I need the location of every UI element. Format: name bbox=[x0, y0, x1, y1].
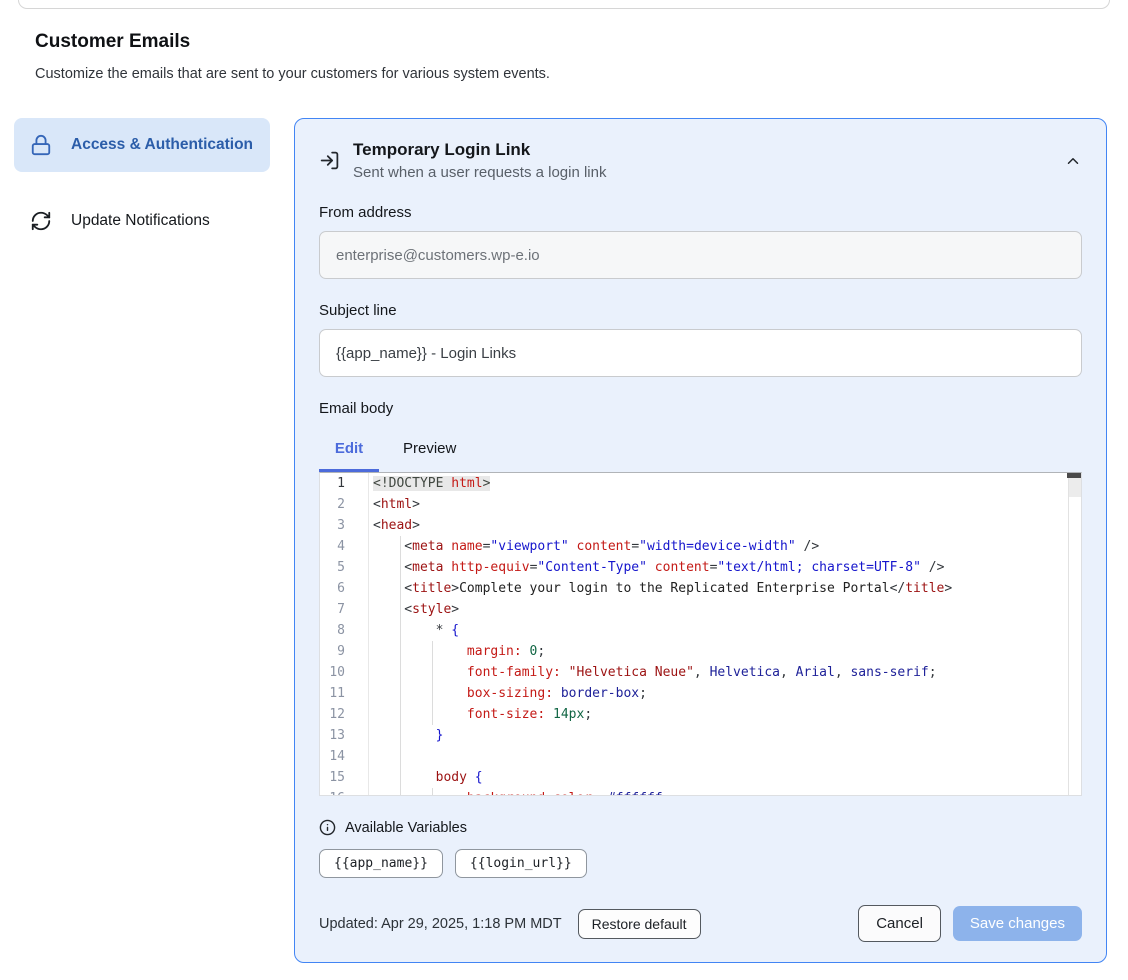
code-line[interactable]: 8 * { bbox=[320, 620, 1081, 641]
line-number: 6 bbox=[320, 578, 369, 599]
updated-timestamp: Updated: Apr 29, 2025, 1:18 PM MDT bbox=[319, 916, 562, 932]
page-subtitle: Customize the emails that are sent to yo… bbox=[35, 66, 1128, 82]
line-number: 7 bbox=[320, 599, 369, 620]
code-line[interactable]: 6 <title>Complete your login to the Repl… bbox=[320, 578, 1081, 599]
code-line[interactable]: 2<html> bbox=[320, 494, 1081, 515]
code-line[interactable]: 13 } bbox=[320, 725, 1081, 746]
subject-line-field[interactable] bbox=[319, 329, 1082, 377]
sidebar-item-update-notifications[interactable]: Update Notifications bbox=[14, 194, 270, 248]
card-header: Temporary Login Link Sent when a user re… bbox=[319, 140, 1082, 181]
line-number: 14 bbox=[320, 746, 369, 767]
line-number: 2 bbox=[320, 494, 369, 515]
code-line[interactable]: 9 margin: 0; bbox=[320, 641, 1081, 662]
line-number: 12 bbox=[320, 704, 369, 725]
line-number: 9 bbox=[320, 641, 369, 662]
line-number: 8 bbox=[320, 620, 369, 641]
restore-default-button[interactable]: Restore default bbox=[578, 909, 701, 939]
code-line[interactable]: 5 <meta http-equiv="Content-Type" conten… bbox=[320, 557, 1081, 578]
line-number: 5 bbox=[320, 557, 369, 578]
code-editor-lines: 1<!DOCTYPE html>2<html>3<head>4 <meta na… bbox=[320, 473, 1081, 796]
code-line[interactable]: 10 font-family: "Helvetica Neue", Helvet… bbox=[320, 662, 1081, 683]
line-number: 16 bbox=[320, 788, 369, 796]
editor-tabs: Edit Preview bbox=[319, 427, 1082, 469]
tab-preview[interactable]: Preview bbox=[379, 427, 480, 469]
tab-edit[interactable]: Edit bbox=[319, 427, 379, 469]
line-number: 13 bbox=[320, 725, 369, 746]
from-address-label: From address bbox=[319, 204, 1082, 221]
sidebar-item-label: Update Notifications bbox=[71, 209, 210, 233]
variable-chip-login-url[interactable]: {{login_url}} bbox=[455, 849, 587, 878]
chevron-up-icon[interactable] bbox=[1064, 152, 1082, 170]
line-number: 11 bbox=[320, 683, 369, 704]
sidebar-item-access-authentication[interactable]: Access & Authentication bbox=[14, 118, 270, 172]
previous-section-edge bbox=[18, 0, 1110, 9]
code-line[interactable]: 14 bbox=[320, 746, 1081, 767]
available-variables-header: Available Variables bbox=[319, 819, 1082, 836]
lock-icon bbox=[30, 134, 52, 156]
cancel-button[interactable]: Cancel bbox=[858, 905, 941, 942]
sidebar: Access & Authentication Update Notificat… bbox=[14, 118, 270, 248]
code-line[interactable]: 7 <style> bbox=[320, 599, 1081, 620]
sidebar-item-label: Access & Authentication bbox=[71, 133, 253, 157]
refresh-icon bbox=[30, 210, 52, 232]
code-editor[interactable]: 1<!DOCTYPE html>2<html>3<head>4 <meta na… bbox=[319, 472, 1082, 796]
email-body-label: Email body bbox=[319, 400, 1082, 417]
editor-scrollbar-thumb[interactable] bbox=[1067, 473, 1081, 478]
line-number: 15 bbox=[320, 767, 369, 788]
line-number: 10 bbox=[320, 662, 369, 683]
code-line[interactable]: 16 background-color: #ffffff; bbox=[320, 788, 1081, 796]
indent-guide bbox=[400, 746, 401, 767]
card-header-text: Temporary Login Link Sent when a user re… bbox=[353, 140, 606, 181]
available-variables-label: Available Variables bbox=[345, 820, 467, 836]
login-icon bbox=[319, 150, 340, 171]
code-line[interactable]: 11 box-sizing: border-box; bbox=[320, 683, 1081, 704]
email-template-card: Temporary Login Link Sent when a user re… bbox=[294, 118, 1107, 963]
card-footer: Updated: Apr 29, 2025, 1:18 PM MDT Resto… bbox=[319, 905, 1082, 942]
code-line[interactable]: 4 <meta name="viewport" content="width=d… bbox=[320, 536, 1081, 557]
variable-chips: {{app_name}} {{login_url}} bbox=[319, 849, 1082, 878]
code-line[interactable]: 3<head> bbox=[320, 515, 1081, 536]
card-subtitle: Sent when a user requests a login link bbox=[353, 164, 606, 181]
page-title: Customer Emails bbox=[35, 31, 1128, 53]
info-icon bbox=[319, 819, 336, 836]
editor-vertical-scrollbar[interactable] bbox=[1068, 473, 1081, 795]
subject-line-label: Subject line bbox=[319, 302, 1082, 319]
line-number: 3 bbox=[320, 515, 369, 536]
variable-chip-app-name[interactable]: {{app_name}} bbox=[319, 849, 443, 878]
save-changes-button[interactable]: Save changes bbox=[953, 906, 1082, 941]
main-layout: Access & Authentication Update Notificat… bbox=[14, 118, 1107, 963]
line-number: 1 bbox=[320, 473, 369, 494]
code-line[interactable]: 1<!DOCTYPE html> bbox=[320, 473, 1081, 494]
line-number: 4 bbox=[320, 536, 369, 557]
card-title: Temporary Login Link bbox=[353, 140, 606, 160]
from-address-field[interactable] bbox=[319, 231, 1082, 279]
code-line[interactable]: 15 body { bbox=[320, 767, 1081, 788]
code-line[interactable]: 12 font-size: 14px; bbox=[320, 704, 1081, 725]
